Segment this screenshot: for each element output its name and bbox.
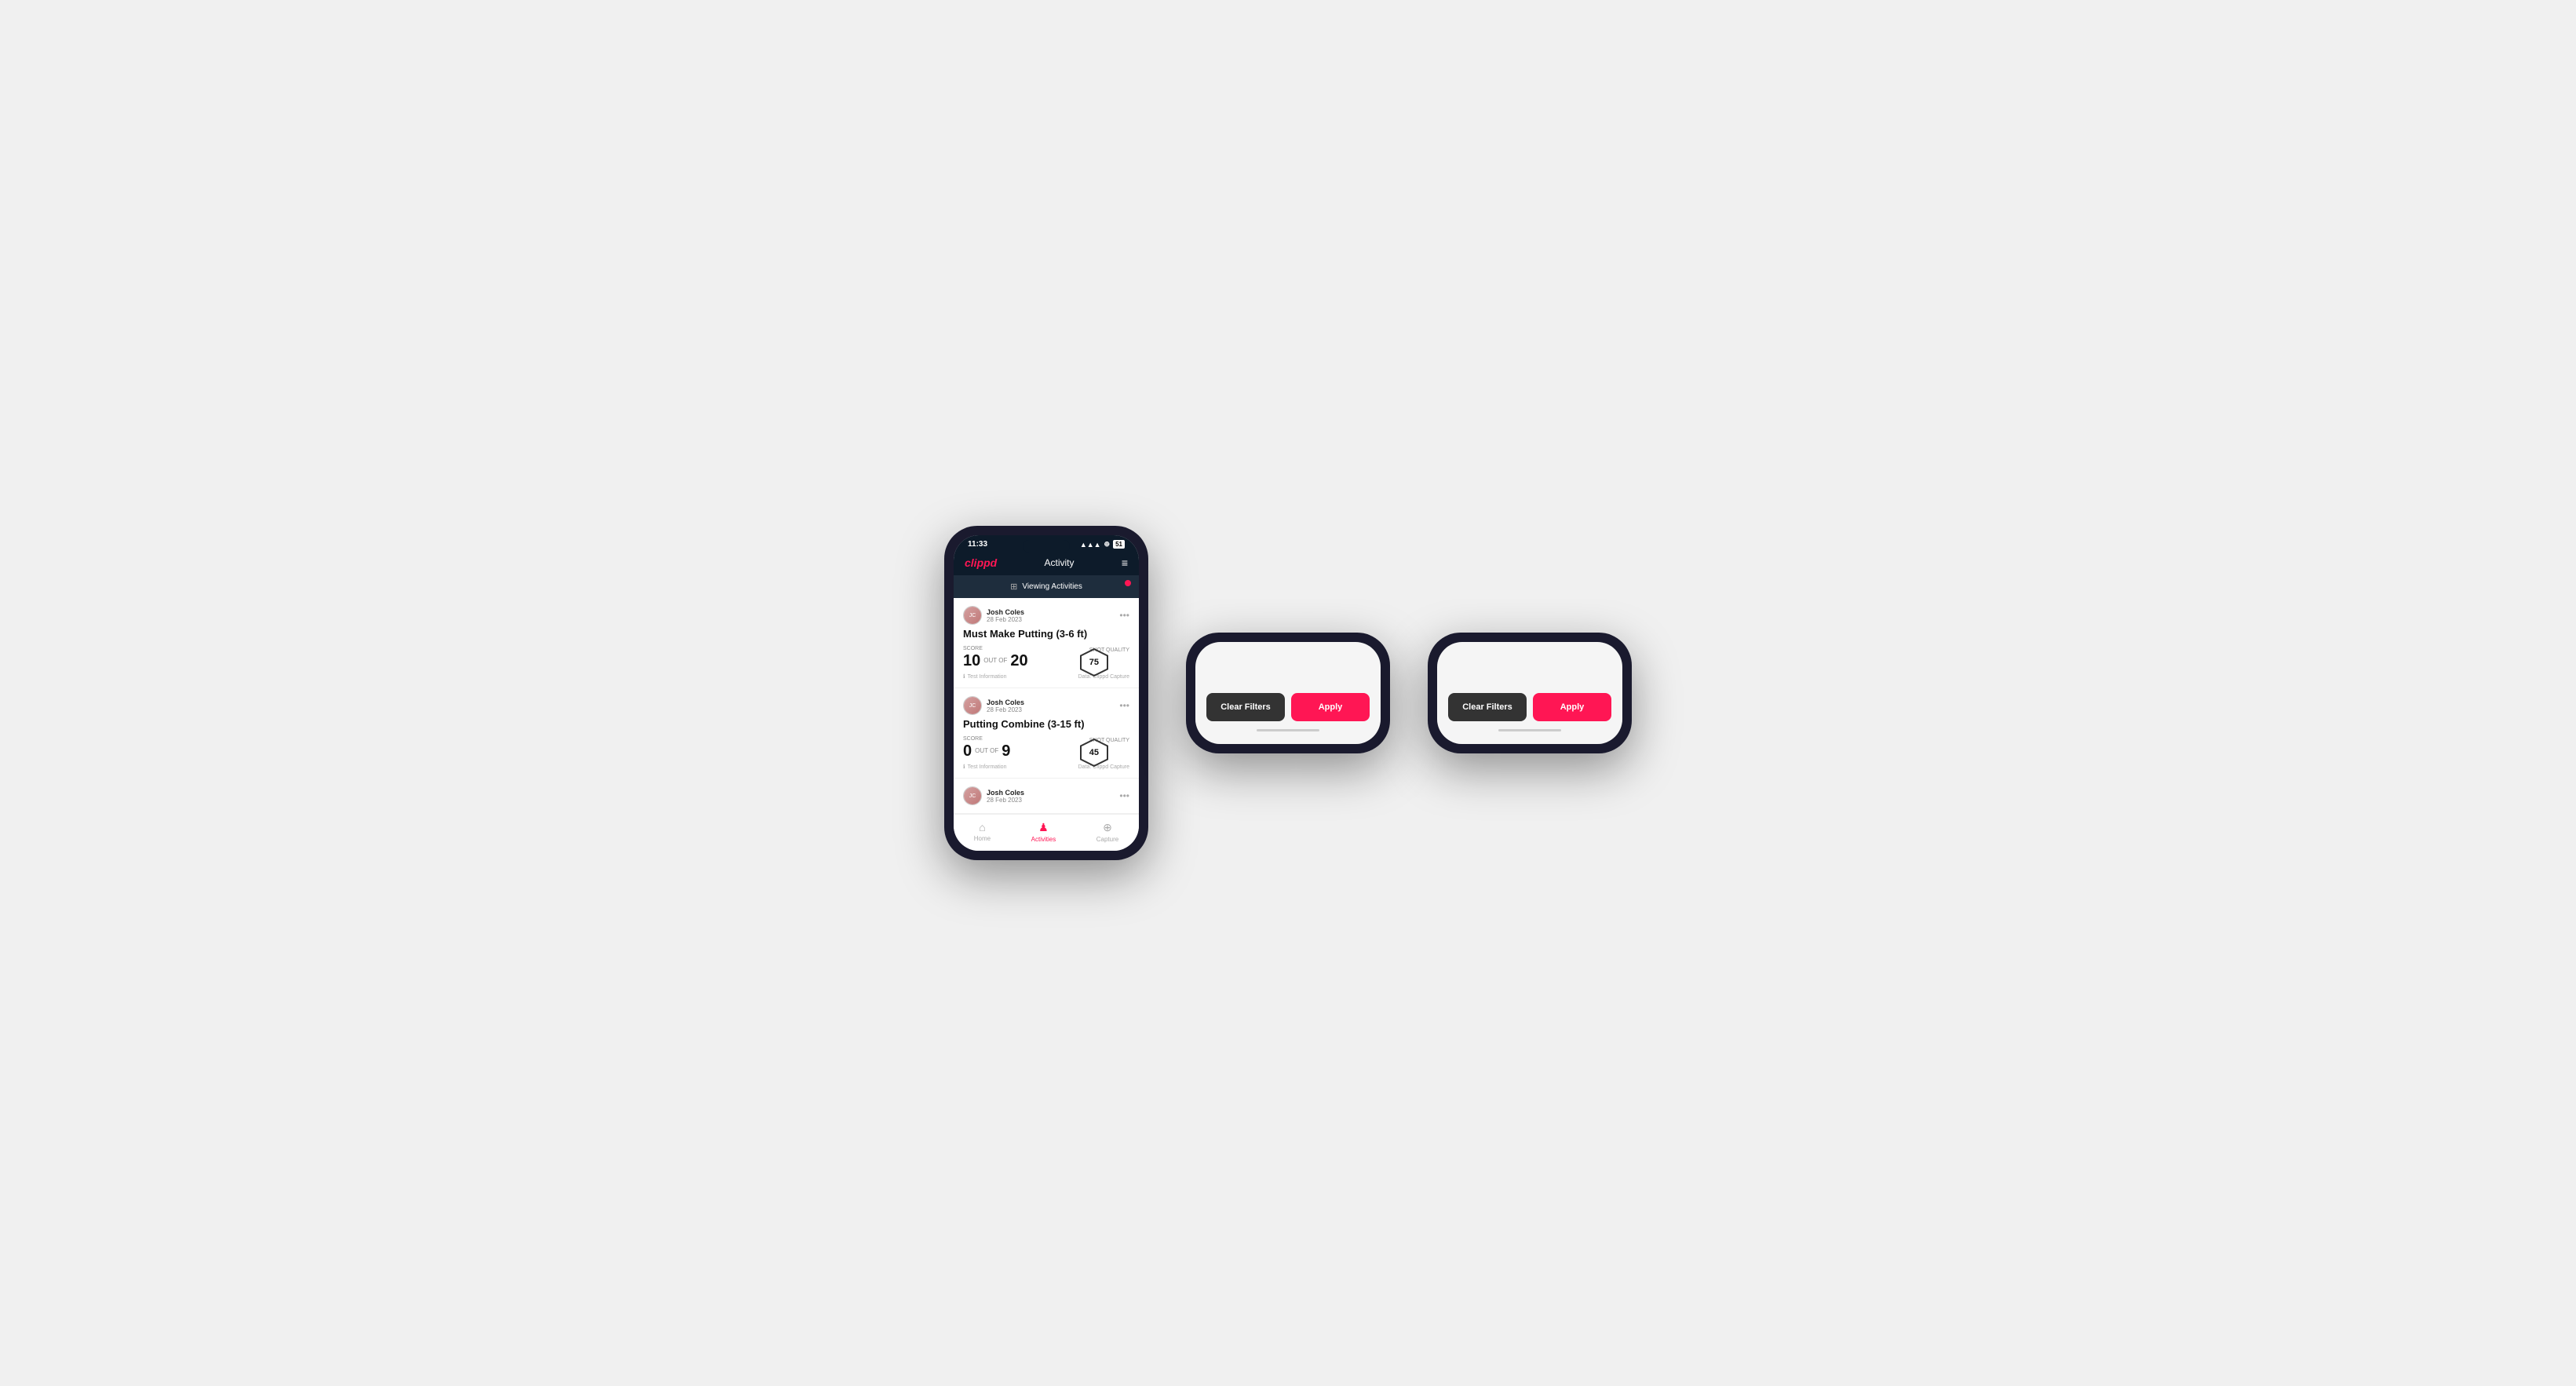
- activity-item-1[interactable]: JC Josh Coles 28 Feb 2023 ••• Must Make …: [954, 598, 1139, 688]
- home-indicator-3: [1498, 729, 1561, 731]
- score-label-2: Score: [963, 736, 1010, 742]
- score-label-1: Score: [963, 646, 1028, 651]
- avatar-1: JC: [963, 606, 982, 625]
- more-dots-1[interactable]: •••: [1119, 610, 1129, 621]
- more-dots-3[interactable]: •••: [1119, 790, 1129, 801]
- nav-bar-1: clippd Activity ≡: [954, 552, 1139, 575]
- sq-value-1: 75: [1089, 658, 1099, 667]
- status-time-1: 11:33: [968, 540, 987, 549]
- outof-1: OUT OF: [983, 657, 1007, 666]
- phone-3: 11:33 ▲▲▲ ⊕ 51 clippd Activity ≡ ⊞ Viewi…: [1428, 633, 1632, 753]
- red-dot-1: [1125, 580, 1131, 586]
- user-name-1: Josh Coles: [987, 608, 1024, 616]
- phone-2: 11:33 ▲▲▲ ⊕ 51 clippd Activity ≡ ⊞ Viewi…: [1186, 633, 1390, 753]
- activity-title-2: Putting Combine (3-15 ft): [963, 718, 1129, 730]
- filter-modal-2: Filter ✕ Show Rounds Practice Drills Rou…: [1195, 642, 1381, 744]
- user-info-1: JC Josh Coles 28 Feb 2023: [963, 606, 1024, 625]
- activity-list-1: JC Josh Coles 28 Feb 2023 ••• Must Make …: [954, 598, 1139, 814]
- tab-capture-label: Capture: [1096, 836, 1118, 843]
- activities-icon: ♟: [1038, 821, 1049, 834]
- sq-value-2: 45: [1089, 748, 1099, 757]
- phone-2-screen: 11:33 ▲▲▲ ⊕ 51 clippd Activity ≡ ⊞ Viewi…: [1195, 642, 1381, 744]
- test-info-1: ℹ Test Information: [963, 673, 1006, 680]
- home-indicator-2: [1257, 729, 1319, 731]
- score-value-1: 10: [963, 653, 980, 669]
- user-name-3: Josh Coles: [987, 789, 1024, 797]
- user-date-1: 28 Feb 2023: [987, 616, 1024, 623]
- tab-capture[interactable]: ⊕ Capture: [1096, 821, 1118, 843]
- activity-header-2: JC Josh Coles 28 Feb 2023 •••: [963, 696, 1129, 715]
- scene: 11:33 ▲▲▲ ⊕ 51 clippd Activity ≡ ⊞ Viewi…: [897, 479, 1679, 907]
- tab-home[interactable]: ⌂ Home: [974, 821, 991, 843]
- test-info-2: ℹ Test Information: [963, 764, 1006, 770]
- home-icon: ⌂: [979, 821, 985, 833]
- activity-item-3[interactable]: JC Josh Coles 28 Feb 2023 •••: [954, 779, 1139, 814]
- clear-filters-btn-2[interactable]: Clear Filters: [1206, 693, 1285, 721]
- menu-icon-1[interactable]: ≡: [1122, 556, 1128, 569]
- filter-modal-3: Filter ✕ Show Rounds Practice Drills Pra…: [1437, 642, 1622, 744]
- tab-home-label: Home: [974, 835, 991, 842]
- more-dots-2[interactable]: •••: [1119, 700, 1129, 711]
- tab-activities[interactable]: ♟ Activities: [1031, 821, 1056, 843]
- filter-icon-1: ⊞: [1010, 582, 1017, 592]
- phone-1-screen: 11:33 ▲▲▲ ⊕ 51 clippd Activity ≡ ⊞ Viewi…: [954, 535, 1139, 851]
- modal-footer-2: Clear Filters Apply: [1206, 693, 1370, 721]
- viewing-label-1: Viewing Activities: [1022, 582, 1082, 591]
- status-icons-1: ▲▲▲ ⊕ 51: [1080, 540, 1125, 549]
- tab-activities-label: Activities: [1031, 836, 1056, 843]
- hexagon-2: 45: [1089, 748, 1099, 757]
- user-info-2: JC Josh Coles 28 Feb 2023: [963, 696, 1024, 715]
- activity-title-1: Must Make Putting (3-6 ft): [963, 628, 1129, 640]
- dynamic-island-1: [1023, 540, 1070, 553]
- tab-bar-1: ⌂ Home ♟ Activities ⊕ Capture: [954, 814, 1139, 851]
- app-logo-1: clippd: [965, 556, 997, 569]
- user-date-2: 28 Feb 2023: [987, 706, 1024, 713]
- hexagon-1: 75: [1089, 658, 1099, 667]
- activity-header-3: JC Josh Coles 28 Feb 2023 •••: [963, 786, 1129, 805]
- apply-btn-3[interactable]: Apply: [1533, 693, 1611, 721]
- shots-value-1: 20: [1010, 653, 1027, 669]
- activity-item-2[interactable]: JC Josh Coles 28 Feb 2023 ••• Putting Co…: [954, 688, 1139, 779]
- phone-3-screen: 11:33 ▲▲▲ ⊕ 51 clippd Activity ≡ ⊞ Viewi…: [1437, 642, 1622, 744]
- viewing-bar-1[interactable]: ⊞ Viewing Activities: [954, 575, 1139, 598]
- user-info-3: JC Josh Coles 28 Feb 2023: [963, 786, 1024, 805]
- user-name-2: Josh Coles: [987, 698, 1024, 706]
- stats-row-2: Score 0 OUT OF 9 Shot Quality: [963, 736, 1129, 759]
- clear-filters-btn-3[interactable]: Clear Filters: [1448, 693, 1527, 721]
- activity-header-1: JC Josh Coles 28 Feb 2023 •••: [963, 606, 1129, 625]
- phone-1: 11:33 ▲▲▲ ⊕ 51 clippd Activity ≡ ⊞ Viewi…: [944, 526, 1148, 860]
- apply-btn-2[interactable]: Apply: [1291, 693, 1370, 721]
- outof-2: OUT OF: [975, 747, 998, 756]
- score-value-2: 0: [963, 743, 972, 759]
- stats-row-1: Score 10 OUT OF 20 Shot Quality: [963, 646, 1129, 669]
- avatar-2: JC: [963, 696, 982, 715]
- score-group-1: Score 10 OUT OF 20: [963, 646, 1028, 669]
- avatar-3: JC: [963, 786, 982, 805]
- capture-icon: ⊕: [1103, 821, 1112, 834]
- shots-value-2: 9: [1002, 743, 1010, 759]
- user-date-3: 28 Feb 2023: [987, 797, 1024, 804]
- score-group-2: Score 0 OUT OF 9: [963, 736, 1010, 759]
- nav-title-1: Activity: [1045, 557, 1075, 568]
- modal-footer-3: Clear Filters Apply: [1448, 693, 1611, 721]
